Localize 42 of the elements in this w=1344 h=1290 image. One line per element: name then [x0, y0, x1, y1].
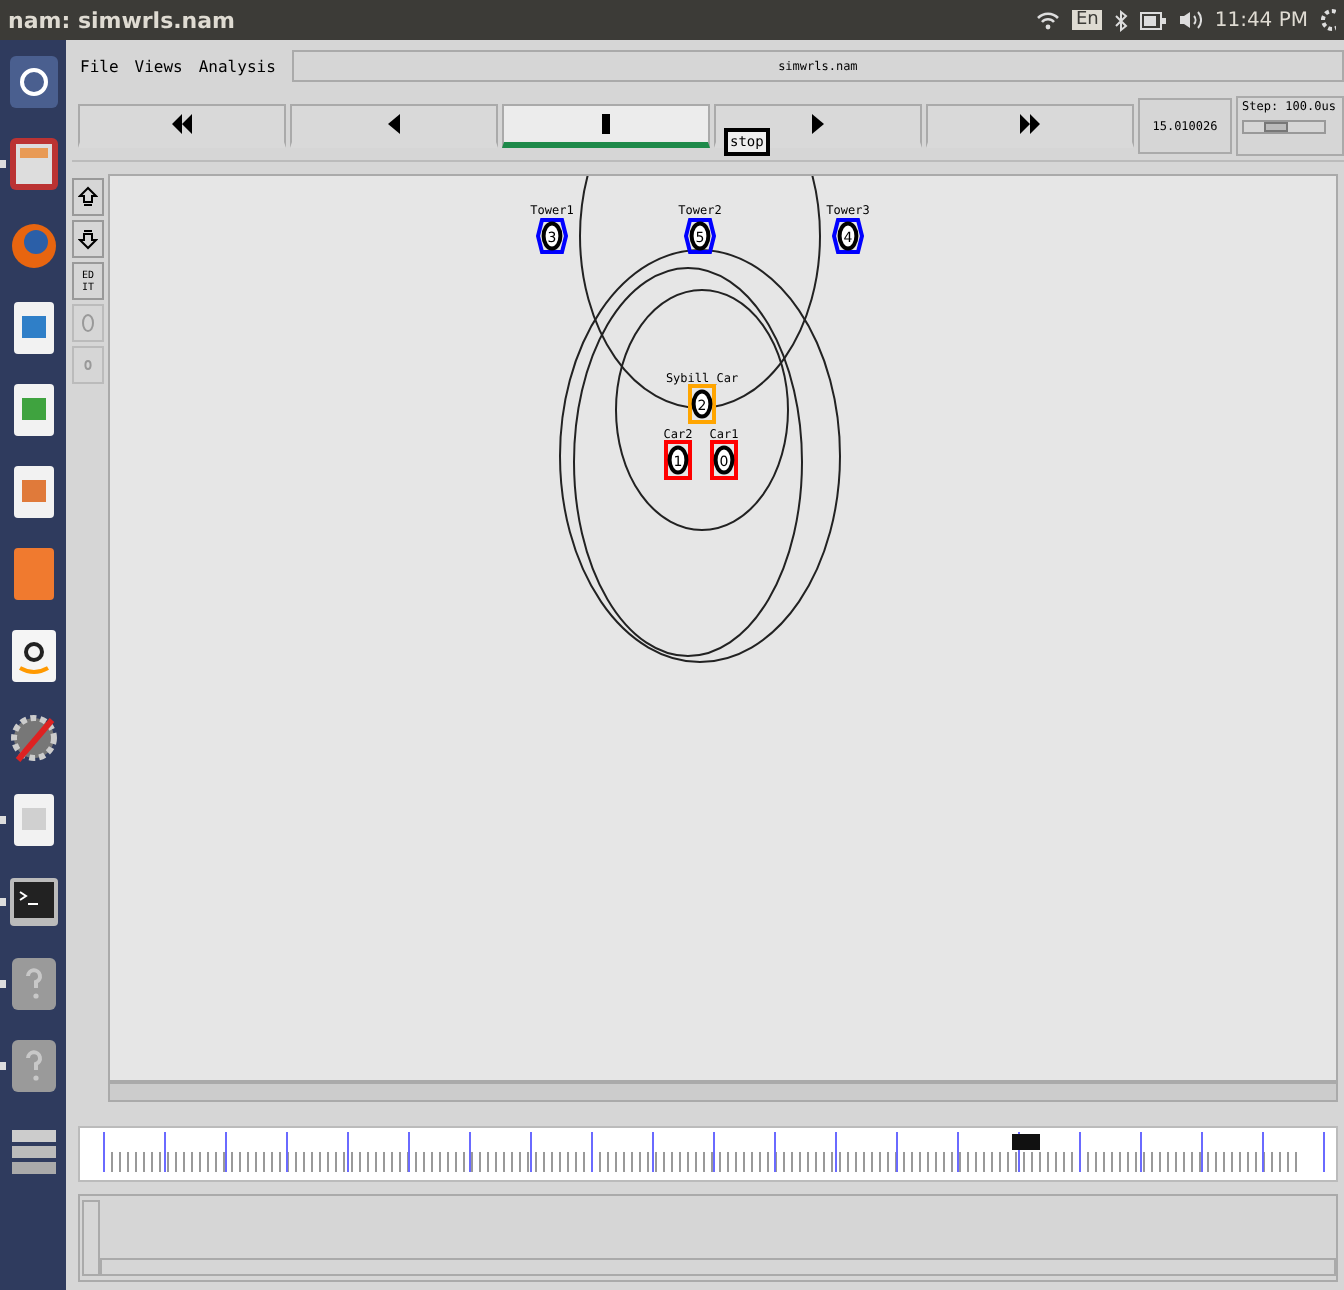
battery-icon[interactable] — [1140, 11, 1167, 29]
horizontal-scrollbar[interactable] — [108, 1082, 1338, 1102]
keyboard-indicator[interactable]: En — [1071, 10, 1103, 30]
terminal-icon[interactable] — [7, 872, 59, 932]
settings-icon[interactable] — [1320, 8, 1336, 32]
horizontal-scrollbar[interactable] — [100, 1258, 1336, 1276]
play-button[interactable] — [714, 104, 922, 148]
node-frame[interactable] — [664, 440, 692, 480]
forward-button[interactable] — [926, 104, 1134, 148]
oval-icon — [80, 312, 96, 334]
clock[interactable]: 11:44 PM — [1214, 9, 1308, 31]
step-slider[interactable] — [1242, 120, 1326, 134]
node-frame[interactable] — [688, 384, 716, 424]
node-frame[interactable] — [710, 440, 738, 480]
node-frame[interactable] — [831, 218, 865, 254]
vertical-scrollbar[interactable] — [82, 1200, 100, 1276]
slider-thumb[interactable] — [1263, 122, 1288, 132]
bluetooth-icon[interactable] — [1114, 9, 1129, 31]
forward-icon — [1018, 114, 1042, 134]
volume-icon[interactable] — [1178, 10, 1203, 30]
ubuntu-logo-icon[interactable] — [7, 52, 59, 112]
time-marker-icon[interactable] — [1012, 1134, 1040, 1150]
zoom-out-button[interactable] — [72, 220, 104, 258]
menu-item[interactable]: Views — [134, 57, 183, 75]
timeline[interactable] — [78, 1126, 1338, 1182]
node-frame[interactable] — [683, 218, 717, 254]
zoom-in-button[interactable] — [72, 178, 104, 216]
files-icon[interactable] — [7, 134, 59, 194]
rewind-icon — [170, 114, 194, 134]
amazon-icon[interactable] — [7, 626, 59, 686]
question-icon[interactable] — [7, 954, 59, 1014]
rewind-button[interactable] — [78, 104, 286, 148]
small-oval-icon — [80, 354, 96, 376]
wifi-icon[interactable] — [1035, 10, 1060, 30]
stop-button[interactable] — [502, 104, 710, 148]
zoom-in-icon — [78, 186, 98, 208]
menu-item[interactable]: File — [80, 57, 119, 75]
question-icon[interactable] — [7, 1036, 59, 1096]
window-title: nam: simwrls.nam — [8, 7, 236, 33]
node-frame[interactable] — [535, 218, 569, 254]
zoom-out-icon — [78, 228, 98, 250]
menu-item[interactable]: Analysis — [198, 57, 276, 75]
